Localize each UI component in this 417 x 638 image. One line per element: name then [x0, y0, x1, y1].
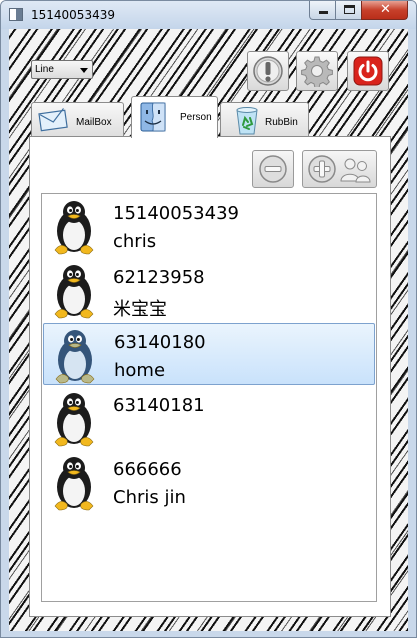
close-icon: ✕ — [380, 2, 391, 17]
contact-name: 米宝宝 — [113, 299, 167, 320]
app-window-icon — [9, 8, 23, 21]
chevron-down-icon — [80, 68, 88, 73]
client-area: Line MailBox Person RubBin 15140053439 c… — [9, 29, 408, 631]
tab-mailbox[interactable]: MailBox — [31, 102, 124, 137]
window-title: 15140053439 — [31, 8, 115, 22]
contact-row[interactable]: 63140181 — [43, 387, 375, 449]
info-button[interactable] — [247, 51, 289, 91]
close-button[interactable]: ✕ — [361, 1, 408, 20]
finder-face-icon — [140, 102, 166, 132]
minimize-button[interactable] — [309, 1, 336, 20]
contact-row[interactable]: 63140180 home — [43, 323, 375, 385]
tab-person-label: Person — [180, 112, 212, 123]
penguin-icon — [54, 393, 94, 447]
tab-rubbin-label: RubBin — [265, 117, 298, 128]
title-bar[interactable]: 15140053439 ✕ — [1, 1, 416, 29]
add-users-icon — [308, 155, 371, 183]
contact-number: 62123958 — [113, 267, 205, 288]
remove-minus-icon — [259, 155, 287, 183]
contact-row[interactable]: 15140053439 chris — [43, 195, 375, 257]
contact-number: 63140181 — [113, 395, 205, 416]
contact-name: chris — [113, 231, 157, 252]
gear-icon — [301, 56, 333, 87]
mode-dropdown-value: Line — [35, 64, 54, 75]
recycle-bin-icon — [236, 107, 258, 135]
contact-number: 63140180 — [114, 332, 206, 353]
contact-row[interactable]: 62123958 米宝宝 — [43, 259, 375, 321]
tab-mailbox-label: MailBox — [76, 117, 112, 128]
contact-list[interactable]: 15140053439 chris 62123958 米宝宝 63140180 hom… — [41, 193, 377, 602]
add-contact-button[interactable] — [302, 150, 377, 188]
penguin-icon — [54, 201, 94, 255]
power-button[interactable] — [347, 51, 389, 91]
contact-row[interactable]: 666666 Chris jin — [43, 451, 375, 513]
settings-button[interactable] — [296, 51, 338, 91]
contact-number: 666666 — [113, 459, 182, 480]
tab-rubbin[interactable]: RubBin — [220, 102, 309, 137]
contact-name: home — [114, 360, 166, 381]
minimize-icon — [319, 11, 328, 14]
power-icon — [353, 56, 383, 86]
mode-dropdown[interactable]: Line — [31, 60, 93, 79]
maximize-button[interactable] — [335, 1, 362, 20]
remove-contact-button[interactable] — [252, 150, 294, 188]
envelope-icon — [38, 108, 68, 132]
maximize-icon — [344, 5, 355, 14]
contact-number: 15140053439 — [113, 203, 239, 224]
person-panel: 15140053439 chris 62123958 米宝宝 63140180 hom… — [29, 136, 391, 617]
penguin-icon — [55, 330, 95, 384]
penguin-icon — [54, 265, 94, 319]
tab-person[interactable]: Person — [131, 96, 218, 138]
app-window: 15140053439 ✕ Line MailBox Person RubBin… — [0, 0, 417, 638]
contact-name: Chris jin — [113, 487, 186, 508]
penguin-icon — [54, 457, 94, 511]
warning-exclamation-icon — [253, 56, 283, 86]
